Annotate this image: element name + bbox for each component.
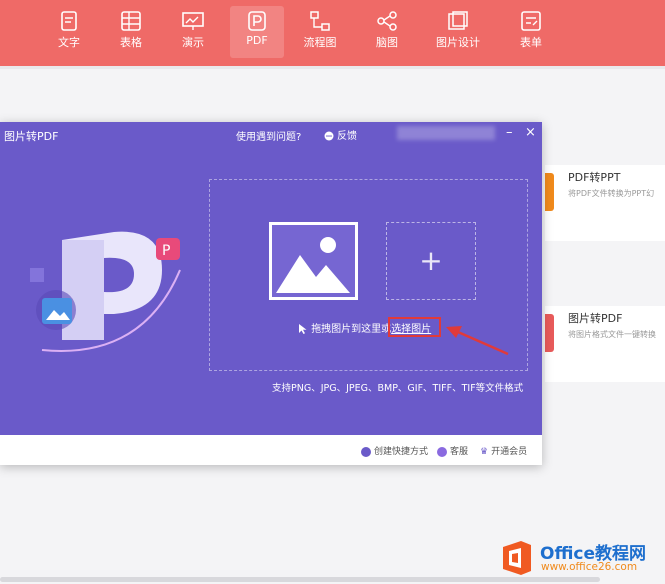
office-logo: Office教程网 www.office26.com (497, 537, 665, 581)
picture-icon (276, 237, 350, 293)
tool-label: 文字 (58, 36, 80, 49)
create-shortcut-button[interactable]: 创建快捷方式 (361, 444, 428, 457)
service-icon (437, 446, 447, 457)
feedback-button[interactable]: 反馈 (324, 127, 357, 142)
shortcut-icon (361, 446, 371, 457)
feedback-label: 反馈 (337, 131, 357, 142)
drop-hint-text: 拖拽图片到这里或 (311, 324, 392, 335)
document-icon (61, 11, 77, 31)
card-image-to-pdf[interactable]: 图片转PDF 将图片格式文件一键转换 (545, 306, 665, 382)
chat-icon (324, 131, 334, 141)
user-info-blurred (397, 126, 495, 140)
tool-document[interactable]: 文字 (42, 6, 96, 58)
dialog-title: 图片转PDF (4, 130, 59, 143)
vip-button[interactable]: ♛ 开通会员 (480, 444, 527, 457)
help-link[interactable]: 使用遇到问题? (236, 128, 301, 143)
tool-image-design[interactable]: 图片设计 (431, 6, 485, 58)
tool-flowchart[interactable]: 流程图 (293, 6, 347, 58)
tool-label: 演示 (182, 36, 204, 49)
image-design-icon (448, 11, 468, 30)
card-subtitle: 将图片格式文件一键转换 (568, 330, 656, 339)
customer-service-button[interactable]: 客服 (437, 444, 468, 457)
close-button[interactable]: × (525, 126, 536, 140)
card-title: 图片转PDF (568, 312, 623, 325)
app-toolbar: 文字 表格 演示 PDF 流程图 脑图 图片设计 表单 (0, 0, 665, 66)
card-title: PDF转PPT (568, 171, 621, 184)
toolbar-divider (0, 66, 665, 69)
tool-label: 脑图 (376, 36, 398, 49)
add-image-button[interactable]: + (386, 222, 476, 300)
tool-presentation[interactable]: 演示 (166, 6, 220, 58)
supported-formats: 支持PNG、JPG、JPEG、BMP、GIF、TIFF、TIF等文件格式 (272, 383, 524, 394)
logo-url: www.office26.com (541, 561, 638, 573)
form-icon (521, 11, 541, 31)
horizontal-scrollbar[interactable] (0, 577, 600, 582)
presentation-icon (182, 12, 204, 30)
tool-form[interactable]: 表单 (504, 6, 558, 58)
shortcut-label: 创建快捷方式 (374, 447, 429, 457)
table-icon (121, 11, 141, 31)
crown-icon: ♛ (480, 447, 489, 457)
vip-label: 开通会员 (491, 447, 528, 457)
service-label: 客服 (450, 447, 469, 457)
red-arrow-icon (446, 326, 509, 356)
office-icon (503, 541, 531, 575)
pdf-icon (248, 11, 266, 31)
card-subtitle: 将PDF文件转换为PPT幻 (568, 189, 655, 198)
svg-text:P: P (162, 243, 170, 259)
flowchart-icon (310, 11, 330, 31)
tool-table[interactable]: 表格 (104, 6, 158, 58)
tool-label: 表格 (120, 36, 142, 49)
cursor-icon (299, 324, 307, 334)
tool-label: 表单 (520, 36, 542, 49)
tool-label: PDF (246, 34, 268, 47)
mindmap-icon (377, 11, 397, 31)
highlight-box (388, 317, 441, 337)
pdf-logo-illustration: P (30, 231, 181, 352)
tool-label: 图片设计 (436, 36, 480, 49)
card-stripe (545, 173, 554, 211)
image-placeholder (269, 222, 358, 300)
card-stripe (545, 314, 554, 352)
dialog-body: 图片转PDF 使用遇到问题? 反馈 – × P + 拖拽图片到这里或选择图片 支… (0, 122, 542, 435)
tool-pdf[interactable]: PDF (230, 6, 284, 58)
image-to-pdf-dialog: 图片转PDF 使用遇到问题? 反馈 – × P + 拖拽图片到这里或选择图片 支… (0, 122, 542, 465)
minimize-button[interactable]: – (506, 126, 513, 140)
tool-mindmap[interactable]: 脑图 (360, 6, 414, 58)
card-pdf-to-ppt[interactable]: PDF转PPT 将PDF文件转换为PPT幻 (545, 165, 665, 241)
tool-label: 流程图 (303, 36, 337, 49)
